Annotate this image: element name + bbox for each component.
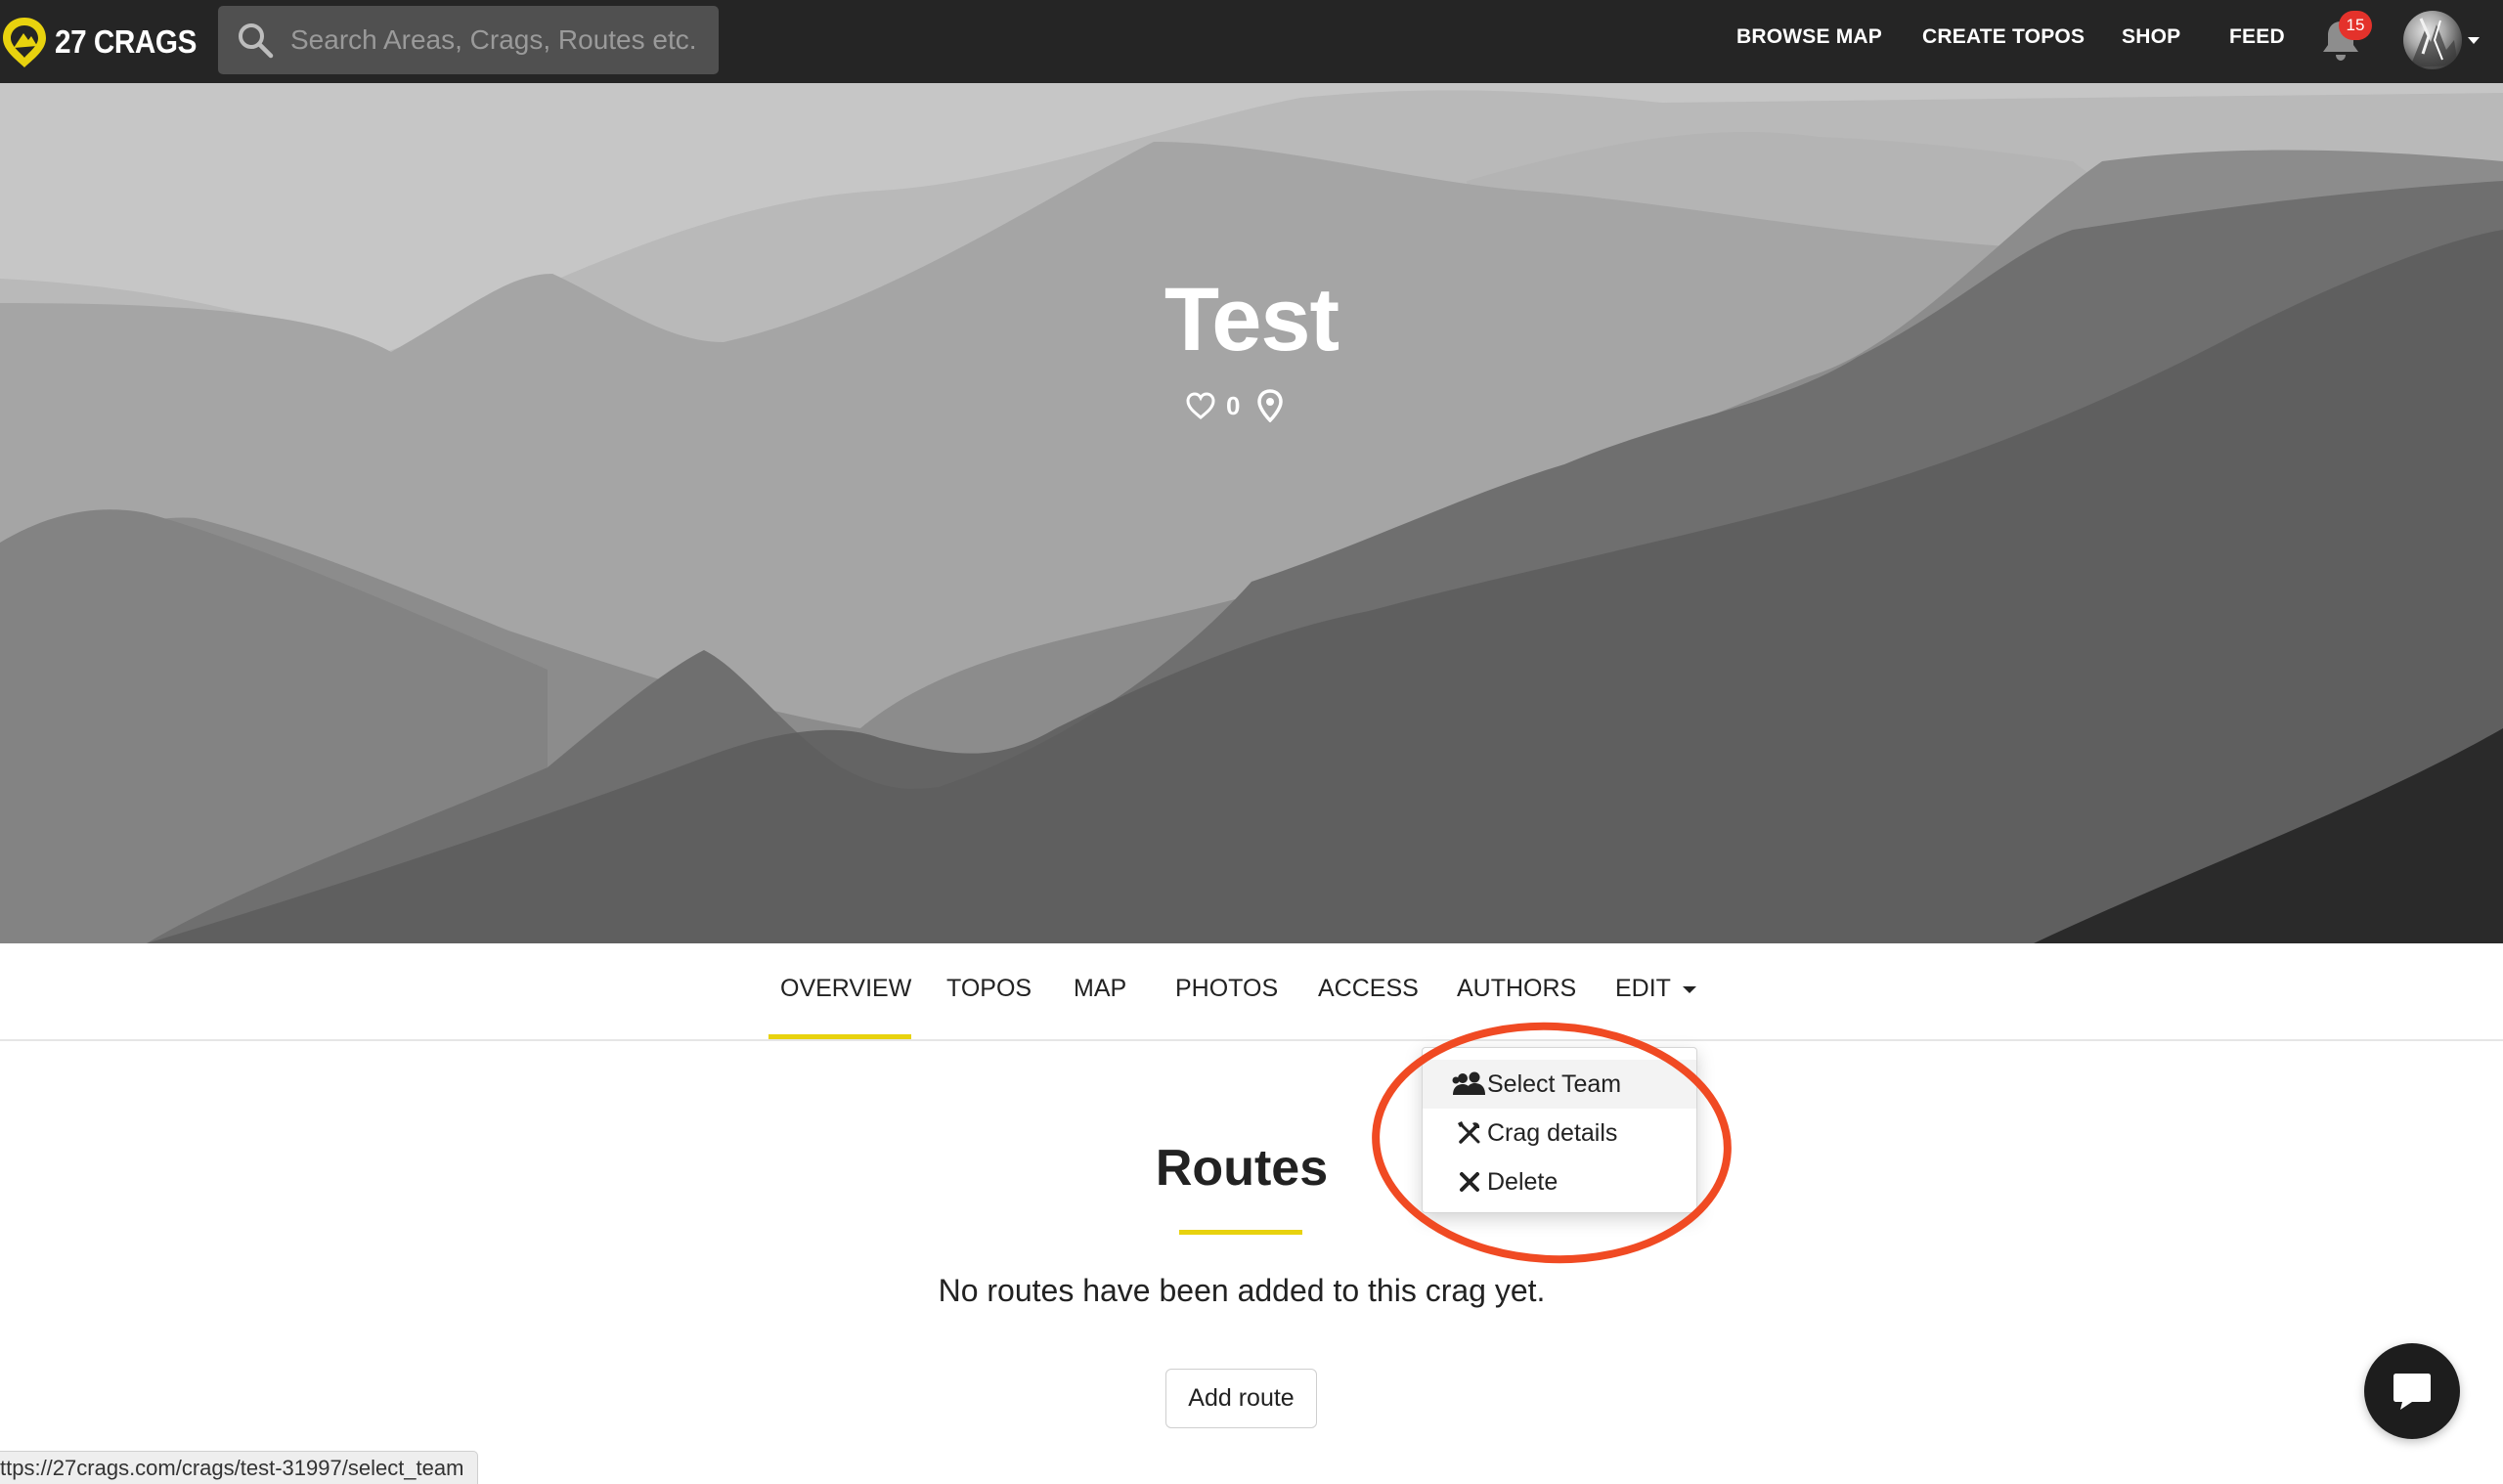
hero-banner: Test 0: [0, 83, 2503, 943]
menu-item-label: Delete: [1487, 1167, 1559, 1196]
close-icon: [1452, 1167, 1487, 1197]
user-menu-caret-icon[interactable]: [2468, 37, 2480, 44]
edit-dropdown-menu: Select Team Crag details Delete: [1422, 1047, 1697, 1213]
like-count: 0: [1226, 390, 1241, 420]
active-tab-indicator: [768, 1034, 911, 1039]
menu-item-label: Crag details: [1487, 1118, 1618, 1147]
menu-item-label: Select Team: [1487, 1069, 1622, 1098]
chat-button[interactable]: [2364, 1343, 2460, 1439]
crag-title: Test: [1164, 270, 1339, 370]
tab-edit-label: EDIT: [1615, 975, 1671, 1002]
search-icon: [239, 23, 274, 59]
tab-topos[interactable]: TOPOS: [946, 975, 1032, 1003]
location-pin-icon[interactable]: [1257, 389, 1284, 422]
notification-badge: 15: [2339, 11, 2372, 40]
chat-bubble-icon: [2393, 1374, 2431, 1410]
menu-item-crag-details[interactable]: Crag details: [1423, 1109, 1696, 1157]
menu-item-delete[interactable]: Delete: [1423, 1157, 1696, 1206]
crag-meta: 0: [1185, 388, 1284, 423]
avatar[interactable]: [2403, 11, 2462, 69]
top-navbar: 27 CRAGS BROWSE MAP CREATE TOPOS SHOP FE…: [0, 0, 2503, 83]
tab-access[interactable]: ACCESS: [1318, 975, 1419, 1003]
team-icon: [1452, 1069, 1487, 1099]
mountain-illustration: [0, 83, 2503, 943]
status-bar-url: ttps://27crags.com/crags/test-31997/sele…: [0, 1451, 479, 1484]
add-route-button[interactable]: Add route: [1165, 1369, 1317, 1428]
nav-feed[interactable]: FEED: [2229, 22, 2285, 53]
avatar-image: [2409, 18, 2458, 67]
caret-down-icon: [1682, 985, 1696, 993]
tab-overview[interactable]: OVERVIEW: [780, 975, 911, 1003]
nav-shop[interactable]: SHOP: [2122, 22, 2180, 53]
tab-authors[interactable]: AUTHORS: [1457, 975, 1576, 1003]
menu-item-select-team[interactable]: Select Team: [1423, 1060, 1696, 1109]
tools-icon: [1452, 1118, 1487, 1148]
logo-pin-icon: [3, 18, 46, 67]
tab-map[interactable]: MAP: [1074, 975, 1126, 1003]
nav-browse-map[interactable]: BROWSE MAP: [1736, 22, 1882, 53]
crag-tabs: OVERVIEW TOPOS MAP PHOTOS ACCESS AUTHORS…: [0, 943, 2503, 1041]
nav-create-topos[interactable]: CREATE TOPOS: [1922, 22, 2085, 53]
search-input[interactable]: [290, 24, 701, 56]
routes-heading: Routes: [1155, 1140, 1329, 1197]
search-box[interactable]: [218, 6, 719, 74]
logo[interactable]: 27 CRAGS: [0, 16, 212, 68]
tab-edit[interactable]: EDIT: [1615, 975, 1696, 1003]
routes-empty-message: No routes have been added to this crag y…: [938, 1273, 1546, 1308]
heart-icon[interactable]: [1185, 391, 1216, 420]
tab-photos[interactable]: PHOTOS: [1175, 975, 1278, 1003]
logo-text: 27 CRAGS: [55, 23, 197, 60]
routes-heading-underline: [1179, 1230, 1302, 1235]
